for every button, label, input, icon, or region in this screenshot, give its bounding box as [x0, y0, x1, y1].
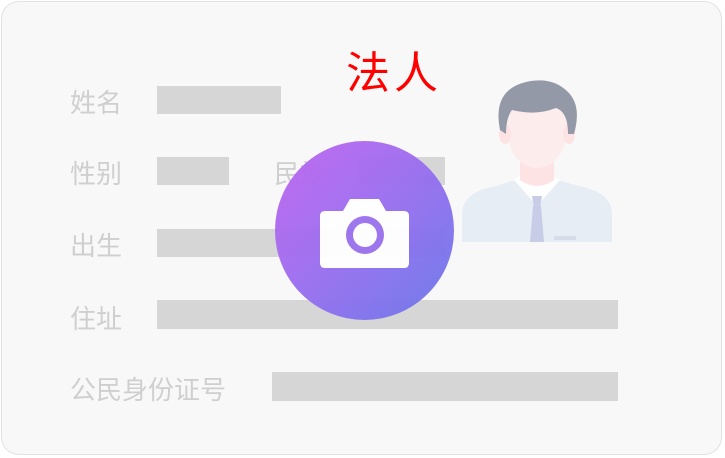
- id-number-placeholder-bar: [272, 372, 618, 401]
- camera-upload-button[interactable]: [275, 141, 454, 320]
- id-card-upload-area[interactable]: 法人 姓名 性别 民族 出生 住址 公民身份证号: [1, 1, 722, 455]
- address-label: 住址: [70, 305, 123, 335]
- gender-label: 性别: [70, 160, 123, 190]
- card-title: 法人: [346, 48, 442, 99]
- id-number-label: 公民身份证号: [70, 376, 227, 406]
- birth-label: 出生: [70, 232, 123, 262]
- gender-placeholder-bar: [157, 157, 229, 185]
- camera-icon: [320, 199, 409, 268]
- name-label: 姓名: [70, 89, 123, 119]
- name-placeholder-bar: [157, 86, 281, 114]
- person-avatar-icon: [456, 74, 618, 244]
